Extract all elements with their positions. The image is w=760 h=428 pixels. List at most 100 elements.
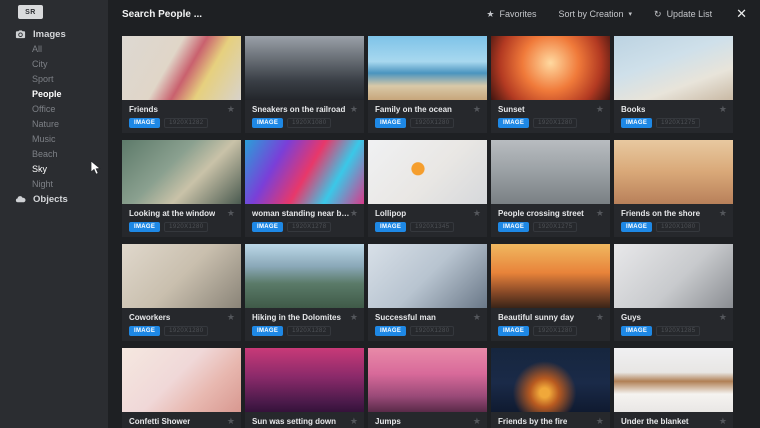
card-meta: Sunset★IMAGE1920X1280 [491,100,610,133]
sidebar-item-all[interactable]: All [0,42,108,57]
image-title: Lollipop [375,209,406,218]
update-list-button[interactable]: ↻ Update List [654,9,712,20]
image-card[interactable]: Successful man★IMAGE1920X1280 [368,244,487,341]
favorite-star-icon[interactable]: ★ [473,209,481,218]
image-card[interactable]: Sunset★IMAGE1920X1280 [491,36,610,133]
favorites-button[interactable]: ★ Favorites [486,9,536,20]
image-resolution: 1920X1080 [287,118,331,128]
sidebar-section-images[interactable]: Images [0,27,108,42]
sidebar-item-beach[interactable]: Beach [0,147,108,162]
image-thumbnail[interactable] [368,36,487,100]
image-thumbnail[interactable] [122,36,241,100]
favorite-star-icon[interactable]: ★ [227,417,235,426]
image-thumbnail[interactable] [245,348,364,412]
image-card[interactable]: Family on the ocean★IMAGE1920X1280 [368,36,487,133]
image-card[interactable]: Friends★IMAGE1920X1282 [122,36,241,133]
image-thumbnail[interactable] [614,140,733,204]
image-card[interactable]: Looking at the window★IMAGE1920X1280 [122,140,241,237]
favorite-star-icon[interactable]: ★ [350,313,358,322]
favorite-star-icon[interactable]: ★ [473,105,481,114]
favorite-star-icon[interactable]: ★ [596,209,604,218]
image-thumbnail[interactable] [368,348,487,412]
sidebar-item-night[interactable]: Night [0,177,108,192]
image-card[interactable]: Friends by the fire★IMAGE1920X1280 [491,348,610,428]
sidebar-item-music[interactable]: Music [0,132,108,147]
search-input[interactable]: Search People ... [108,9,486,20]
image-card[interactable]: Sun was setting down★IMAGE1920X1282 [245,348,364,428]
favorite-star-icon[interactable]: ★ [473,417,481,426]
favorite-star-icon[interactable]: ★ [473,313,481,322]
favorite-star-icon[interactable]: ★ [719,313,727,322]
favorite-star-icon[interactable]: ★ [596,417,604,426]
image-title: Sun was setting down [252,417,336,426]
card-meta: woman standing near buildings★IMAGE1920X… [245,204,364,237]
sidebar-section-objects[interactable]: Objects [0,192,108,207]
favorites-label: Favorites [499,9,536,19]
favorite-star-icon[interactable]: ★ [719,417,727,426]
image-card[interactable]: Books★IMAGE1920X1275 [614,36,733,133]
image-type-badge: IMAGE [621,326,652,336]
image-resolution: 1920X1280 [164,222,208,232]
image-type-badge: IMAGE [129,222,160,232]
image-thumbnail[interactable] [368,244,487,308]
image-thumbnail[interactable] [245,244,364,308]
image-thumbnail[interactable] [614,244,733,308]
image-card[interactable]: People crossing street★IMAGE1920X1275 [491,140,610,237]
sidebar-item-office[interactable]: Office [0,102,108,117]
card-meta: Sneakers on the railroad★IMAGE1920X1080 [245,100,364,133]
image-thumbnail[interactable] [122,244,241,308]
image-thumbnail[interactable] [614,36,733,100]
image-thumbnail[interactable] [122,140,241,204]
favorite-star-icon[interactable]: ★ [719,209,727,218]
image-thumbnail[interactable] [614,348,733,412]
image-card[interactable]: Coworkers★IMAGE1920X1280 [122,244,241,341]
topbar: Search People ... ★ Favorites Sort by Cr… [108,0,760,28]
image-card[interactable]: Confetti Shower★IMAGE1920X1366 [122,348,241,428]
image-card[interactable]: Lollipop★IMAGE1920X1345 [368,140,487,237]
image-thumbnail[interactable] [491,36,610,100]
image-card[interactable]: Guys★IMAGE1920X1285 [614,244,733,341]
close-button[interactable]: ✕ [734,6,747,22]
image-type-badge: IMAGE [252,326,283,336]
favorite-star-icon[interactable]: ★ [227,105,235,114]
favorite-star-icon[interactable]: ★ [227,313,235,322]
image-card[interactable]: Under the blanket★IMAGE1920X1413 [614,348,733,428]
image-card[interactable]: Jumps★IMAGE1920X1286 [368,348,487,428]
sidebar-item-sport[interactable]: Sport [0,72,108,87]
sort-dropdown[interactable]: Sort by Creation ▾ [558,9,632,19]
image-thumbnail[interactable] [245,140,364,204]
favorite-star-icon[interactable]: ★ [596,105,604,114]
card-meta: People crossing street★IMAGE1920X1275 [491,204,610,237]
sidebar-item-nature[interactable]: Nature [0,117,108,132]
image-type-badge: IMAGE [375,326,406,336]
image-thumbnail[interactable] [491,140,610,204]
app-logo[interactable]: SR [18,5,43,19]
sidebar-item-city[interactable]: City [0,57,108,72]
card-meta: Jumps★IMAGE1920X1286 [368,412,487,428]
image-card[interactable]: Hiking in the Dolomites★IMAGE1920X1282 [245,244,364,341]
image-thumbnail[interactable] [368,140,487,204]
image-thumbnail[interactable] [122,348,241,412]
favorite-star-icon[interactable]: ★ [350,417,358,426]
favorite-star-icon[interactable]: ★ [596,313,604,322]
image-thumbnail[interactable] [245,36,364,100]
favorite-star-icon[interactable]: ★ [227,209,235,218]
card-meta: Friends by the fire★IMAGE1920X1280 [491,412,610,428]
sidebar-item-people[interactable]: People [0,87,108,102]
image-title: Sneakers on the railroad [252,105,345,114]
image-card[interactable]: woman standing near buildings★IMAGE1920X… [245,140,364,237]
favorite-star-icon[interactable]: ★ [350,105,358,114]
image-type-badge: IMAGE [621,118,652,128]
image-card[interactable]: Friends on the shore★IMAGE1920X1080 [614,140,733,237]
card-meta: Friends★IMAGE1920X1282 [122,100,241,133]
image-thumbnail[interactable] [491,244,610,308]
image-card[interactable]: Beautiful sunny day★IMAGE1920X1280 [491,244,610,341]
image-title: Books [621,105,645,114]
image-thumbnail[interactable] [491,348,610,412]
sidebar: SR ImagesAllCitySportPeopleOfficeNatureM… [0,0,108,428]
favorite-star-icon[interactable]: ★ [350,209,358,218]
sidebar-item-sky[interactable]: Sky [0,162,108,177]
image-title: Sunset [498,105,525,114]
image-card[interactable]: Sneakers on the railroad★IMAGE1920X1080 [245,36,364,133]
favorite-star-icon[interactable]: ★ [719,105,727,114]
